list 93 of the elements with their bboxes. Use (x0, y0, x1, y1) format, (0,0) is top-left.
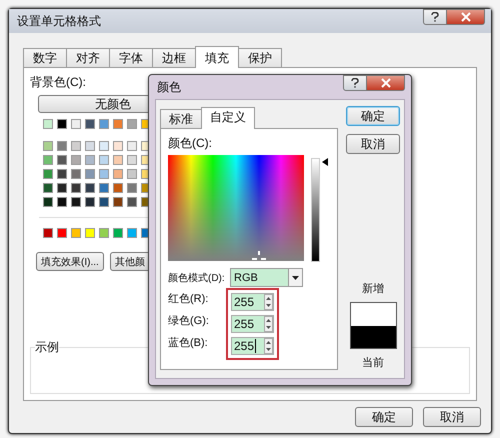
background-color-label: 背景色(C): (30, 74, 86, 91)
dialog-title: 颜色 (157, 78, 181, 96)
color-swatch[interactable] (43, 141, 53, 151)
tab[interactable]: 标准 (160, 109, 202, 128)
color-swatch[interactable] (127, 228, 137, 238)
color-swatch[interactable] (85, 141, 95, 151)
color-swatch[interactable] (57, 119, 67, 129)
color-swatch[interactable] (127, 155, 137, 165)
channel-spin-field[interactable]: 255 (231, 293, 274, 311)
crosshair-icon (252, 251, 266, 261)
tab[interactable]: 自定义 (201, 107, 255, 129)
spin-arrows-icon[interactable] (264, 316, 273, 332)
ok-button[interactable]: 确定 (355, 407, 413, 427)
color-swatch[interactable] (71, 119, 81, 129)
cancel-button[interactable]: 取消 (346, 134, 400, 154)
color-swatch[interactable] (43, 183, 53, 193)
color-swatch[interactable] (57, 155, 67, 165)
close-icon (380, 78, 390, 88)
close-button[interactable] (367, 75, 405, 91)
color-swatch[interactable] (85, 183, 95, 193)
color-swatch[interactable] (113, 197, 123, 207)
color-swatch[interactable] (43, 169, 53, 179)
channel-label: 绿色(G): (168, 315, 210, 327)
help-icon (351, 78, 359, 88)
color-swatch[interactable] (127, 197, 137, 207)
color-swatch[interactable] (71, 155, 81, 165)
color-swatch[interactable] (127, 183, 137, 193)
color-swatch[interactable] (85, 228, 95, 238)
color-swatch[interactable] (43, 228, 53, 238)
color-model-label: 颜色模式(D): (168, 272, 226, 284)
color-swatch[interactable] (43, 155, 53, 165)
fill-effects-button[interactable]: 填充效果(I)... (36, 252, 104, 271)
tab[interactable]: 对齐 (66, 48, 110, 67)
tab[interactable]: 填充 (195, 46, 239, 68)
colors-label: 颜色(C): (168, 135, 212, 152)
spin-arrows-icon[interactable] (264, 294, 273, 310)
color-swatch[interactable] (71, 197, 81, 207)
help-button[interactable] (423, 9, 447, 25)
cancel-button[interactable]: 取消 (423, 407, 481, 427)
tab[interactable]: 保护 (238, 48, 282, 67)
color-swatch[interactable] (99, 169, 109, 179)
tab[interactable]: 字体 (109, 48, 153, 67)
slider-arrow-icon[interactable] (322, 158, 328, 166)
color-swatch[interactable] (57, 169, 67, 179)
color-swatch[interactable] (99, 141, 109, 151)
color-swatch[interactable] (99, 119, 109, 129)
color-swatch[interactable] (99, 197, 109, 207)
tab[interactable]: 边框 (152, 48, 196, 67)
help-button[interactable] (343, 75, 367, 91)
color-swatch[interactable] (113, 228, 123, 238)
close-icon (460, 12, 470, 22)
tab[interactable]: 数字 (23, 48, 67, 67)
color-swatch[interactable] (57, 141, 67, 151)
ok-button[interactable]: 确定 (346, 106, 400, 126)
color-swatch[interactable] (113, 169, 123, 179)
close-button[interactable] (447, 9, 485, 25)
color-spectrum[interactable] (168, 155, 304, 261)
dropdown-arrow-icon (292, 276, 299, 280)
color-swatch[interactable] (113, 141, 123, 151)
color-swatch[interactable] (71, 228, 81, 238)
color-swatch[interactable] (85, 155, 95, 165)
color-swatch[interactable] (71, 169, 81, 179)
window-title: 设置单元格格式 (17, 12, 101, 30)
channel-label: 蓝色(B): (168, 337, 209, 349)
color-swatch[interactable] (57, 197, 67, 207)
color-swatch[interactable] (99, 155, 109, 165)
color-swatch[interactable] (43, 197, 53, 207)
color-swatch[interactable] (113, 183, 123, 193)
color-swatch[interactable] (85, 119, 95, 129)
spin-arrows-icon[interactable] (264, 338, 273, 354)
new-color-label: 新增 (362, 282, 384, 296)
current-color-label: 当前 (362, 356, 384, 370)
channel-label: 红色(R): (168, 293, 210, 305)
luminance-slider[interactable] (311, 158, 328, 262)
color-swatch[interactable] (57, 228, 67, 238)
help-icon (431, 12, 439, 22)
channel-spin-field[interactable]: 255 (231, 337, 274, 355)
color-swatch[interactable] (99, 228, 109, 238)
color-swatch[interactable] (57, 183, 67, 193)
color-swatch[interactable] (71, 183, 81, 193)
color-swatch[interactable] (127, 169, 137, 179)
color-swatch[interactable] (85, 197, 95, 207)
color-swatch[interactable] (113, 119, 123, 129)
color-swatch[interactable] (127, 119, 137, 129)
channel-spin-field[interactable]: 255 (231, 315, 274, 333)
color-swatch[interactable] (127, 141, 137, 151)
sample-label: 示例 (35, 339, 59, 356)
color-swatch[interactable] (71, 141, 81, 151)
color-swatch[interactable] (99, 183, 109, 193)
color-swatch[interactable] (113, 155, 123, 165)
color-model-dropdown[interactable]: RGB (230, 268, 303, 287)
color-swatch[interactable] (85, 169, 95, 179)
color-swatch[interactable] (43, 119, 53, 129)
